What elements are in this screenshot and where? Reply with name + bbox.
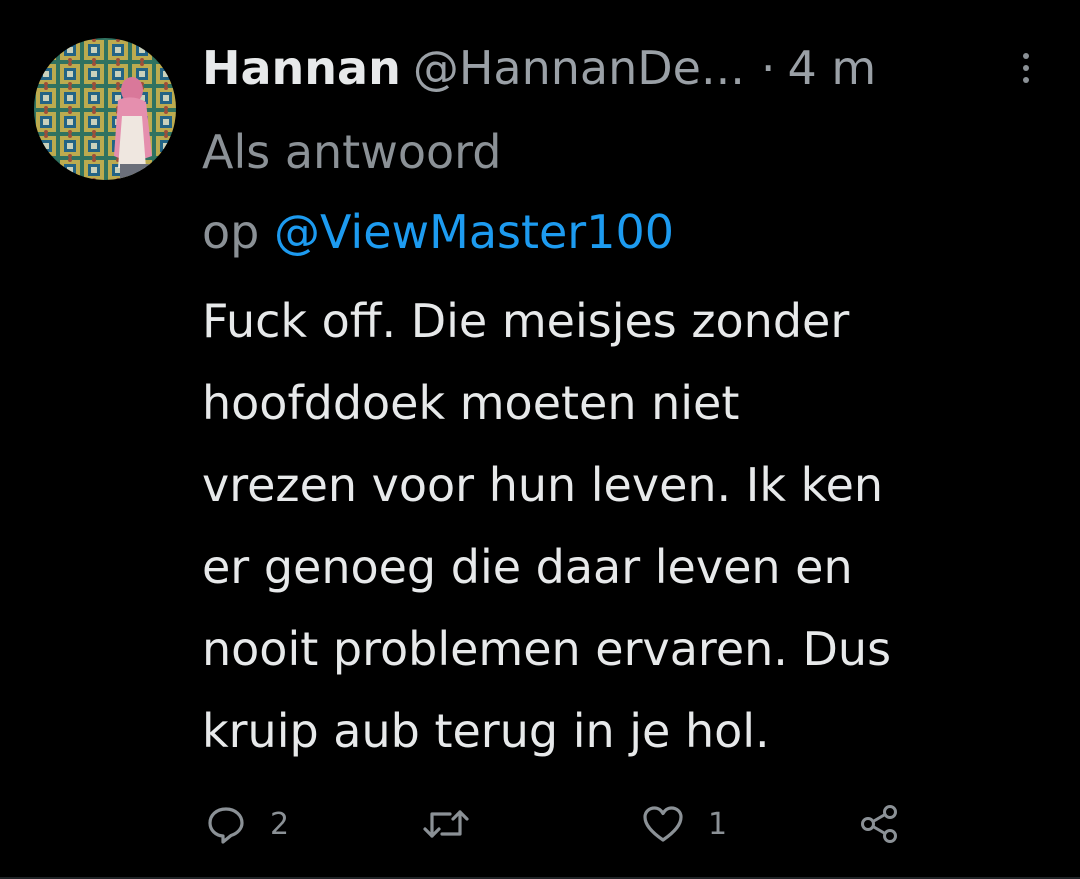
retweet-button[interactable] bbox=[420, 796, 494, 852]
avatar-image bbox=[34, 38, 176, 180]
tweet-text-line: hoofddoek moeten niet bbox=[202, 376, 740, 430]
heart-icon bbox=[640, 802, 686, 846]
reply-prefix: Als antwoord bbox=[202, 125, 502, 179]
share-button[interactable] bbox=[858, 796, 902, 852]
tweet-text-line: Fuck off. Die meisjes zonder bbox=[202, 294, 850, 348]
user-handle[interactable]: @HannanDe... bbox=[413, 41, 745, 95]
avatar[interactable] bbox=[34, 38, 176, 180]
reply-on: op bbox=[202, 205, 260, 259]
separator-dot: · bbox=[760, 41, 776, 95]
tweet-text-line: nooit problemen ervaren. Dus bbox=[202, 622, 892, 676]
tweet-text: Fuck off. Die meisjes zonder hoofddoek m… bbox=[202, 280, 1062, 772]
reply-count: 2 bbox=[270, 806, 290, 842]
timestamp[interactable]: 4 m bbox=[787, 41, 876, 95]
reply-context: Als antwoord op @ViewMaster100 bbox=[202, 112, 1022, 272]
vertical-dots-icon[interactable] bbox=[1020, 50, 1032, 86]
tweet-text-line: er genoeg die daar leven en bbox=[202, 540, 853, 594]
reply-button[interactable]: 2 bbox=[204, 796, 289, 852]
share-icon bbox=[858, 802, 902, 846]
like-button[interactable]: 1 bbox=[640, 796, 727, 852]
tweet-actions: 2 1 bbox=[0, 796, 1080, 856]
tweet-header: Hannan @HannanDe... · 4 m bbox=[202, 36, 876, 100]
tweet[interactable]: Hannan @HannanDe... · 4 m Als antwoord o… bbox=[0, 0, 1080, 879]
tweet-text-line: kruip aub terug in je hol. bbox=[202, 704, 770, 758]
retweet-icon bbox=[420, 802, 472, 846]
speech-bubble-icon bbox=[204, 802, 248, 846]
like-count: 1 bbox=[708, 806, 728, 842]
tweet-text-line: vrezen voor hun leven. Ik ken bbox=[202, 458, 884, 512]
reply-mention-link[interactable]: @ViewMaster100 bbox=[274, 205, 674, 259]
display-name[interactable]: Hannan bbox=[202, 41, 401, 95]
